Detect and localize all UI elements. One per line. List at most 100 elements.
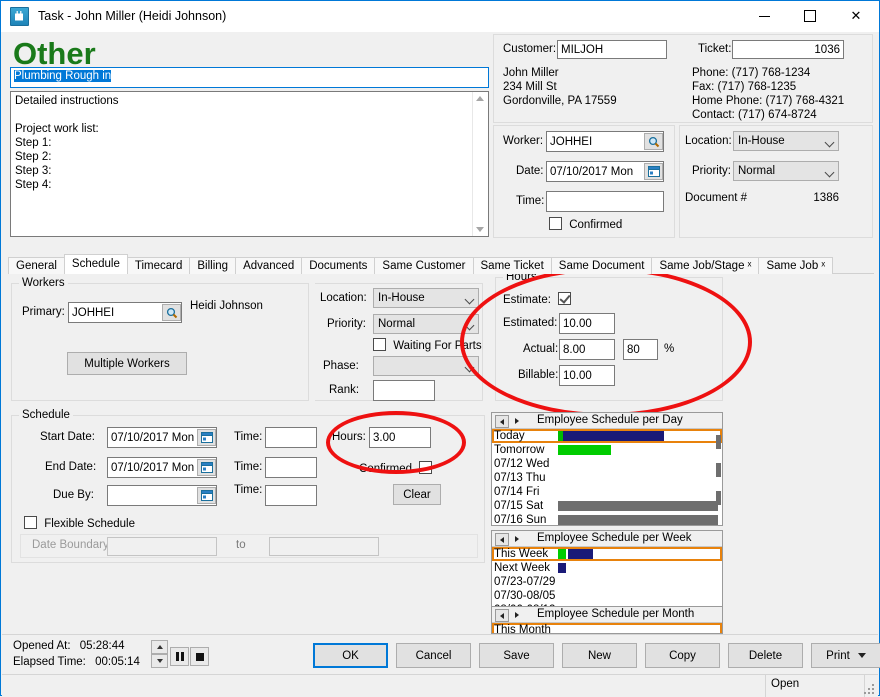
tab-documents[interactable]: Documents — [301, 257, 375, 274]
print-button[interactable]: Print — [811, 643, 880, 668]
end-time-input[interactable] — [265, 457, 317, 478]
ticket-input[interactable]: 1036 — [732, 40, 844, 59]
date-boundary-from-input[interactable] — [107, 537, 217, 556]
start-date-picker-button[interactable] — [197, 429, 216, 446]
schedule-next-button[interactable] — [511, 609, 523, 620]
actual-percent-input[interactable]: 80 — [623, 339, 658, 360]
due-time-input[interactable] — [265, 485, 317, 506]
calendar-icon — [201, 490, 213, 501]
schedule-prev-button[interactable] — [495, 415, 509, 428]
minimize-button[interactable] — [741, 1, 787, 31]
primary-worker-lookup-button[interactable] — [162, 304, 181, 321]
rank-input[interactable] — [373, 380, 435, 401]
document-number-label: Document # — [685, 192, 747, 204]
location-select[interactable]: In-House — [733, 131, 839, 151]
customer-input[interactable]: MILJOH — [557, 40, 667, 59]
schedule-confirmed-row[interactable]: Confirmed — [359, 461, 432, 475]
resize-grip-icon[interactable] — [864, 684, 875, 695]
copy-button[interactable]: Copy — [645, 643, 720, 668]
tab-same-ticket[interactable]: Same Ticket — [473, 257, 552, 274]
timer-spin-down-button[interactable] — [151, 654, 168, 668]
tab-same-job-stage[interactable]: Same Job/Stage ˣ — [651, 257, 759, 274]
scroll-up-icon[interactable] — [476, 96, 484, 101]
phase-select[interactable] — [373, 356, 479, 376]
waiting-for-parts-label: Waiting For Parts — [393, 340, 481, 352]
maximize-button[interactable] — [787, 1, 833, 31]
schedule-next-button[interactable] — [511, 415, 523, 426]
schedule-row[interactable]: Tomorrow — [492, 443, 722, 457]
tab-timecard[interactable]: Timecard — [127, 257, 191, 274]
detail-location-select[interactable]: In-House — [373, 288, 479, 308]
flexible-schedule-checkbox[interactable] — [24, 516, 37, 529]
clear-button[interactable]: Clear — [393, 484, 441, 505]
time-input[interactable] — [546, 191, 664, 212]
schedule-row[interactable]: 07/15 Sat — [492, 499, 722, 513]
schedule-row[interactable]: Next Week — [492, 561, 722, 575]
confirmed-checkbox-row[interactable]: Confirmed — [549, 217, 622, 231]
button-label: Delete — [749, 650, 782, 662]
tab-same-customer[interactable]: Same Customer — [374, 257, 473, 274]
schedule-row[interactable]: Today — [492, 429, 722, 443]
detail-priority-select[interactable]: Normal — [373, 314, 479, 334]
tab-general[interactable]: General — [8, 257, 65, 274]
description-scrollbar[interactable] — [472, 92, 488, 236]
save-button[interactable]: Save — [479, 643, 554, 668]
minimize-icon — [759, 16, 770, 17]
schedule-row[interactable]: 07/13 Thu — [492, 471, 722, 485]
schedule-row[interactable]: This Month — [492, 623, 722, 634]
flexible-schedule-row[interactable]: Flexible Schedule — [24, 516, 135, 530]
schedule-row-label: 07/15 Sat — [494, 499, 543, 513]
timer-spin-up-button[interactable] — [151, 640, 168, 654]
tab-same-job[interactable]: Same Job ˣ — [758, 257, 833, 274]
start-time-input[interactable] — [265, 427, 317, 448]
delete-button[interactable]: Delete — [728, 643, 803, 668]
schedule-prev-button[interactable] — [495, 609, 509, 622]
schedule-row[interactable]: 07/14 Fri — [492, 485, 722, 499]
schedule-row-track — [558, 487, 718, 497]
triangle-right-icon — [515, 418, 519, 424]
schedule-hours-input[interactable]: 3.00 — [369, 427, 431, 448]
date-picker-button[interactable] — [644, 163, 663, 180]
tab-advanced[interactable]: Advanced — [235, 257, 302, 274]
task-window: Task - John Miller (Heidi Johnson) ✕ Oth… — [0, 0, 880, 696]
tab-billing[interactable]: Billing — [189, 257, 236, 274]
schedule-row[interactable]: 07/23-07/29 — [492, 575, 722, 589]
actual-input[interactable]: 8.00 — [559, 339, 615, 360]
schedule-bar — [558, 563, 566, 573]
worker-lookup-button[interactable] — [644, 133, 663, 150]
billable-input[interactable]: 10.00 — [559, 365, 615, 386]
new-button[interactable]: New — [562, 643, 637, 668]
tab-label: General — [16, 260, 57, 272]
waiting-for-parts-checkbox[interactable] — [373, 338, 386, 351]
status-bar: Open — [2, 674, 878, 697]
summary-input[interactable]: Plumbing Rough in — [10, 67, 489, 88]
close-button[interactable]: ✕ — [833, 1, 879, 31]
cancel-button[interactable]: Cancel — [396, 643, 471, 668]
schedule-row[interactable]: 07/16 Sun — [492, 513, 722, 526]
description-textarea[interactable]: Detailed instructions Project work list:… — [10, 91, 489, 237]
priority-select[interactable]: Normal — [733, 161, 839, 181]
schedule-confirmed-checkbox[interactable] — [419, 461, 432, 474]
schedule-prev-button[interactable] — [495, 533, 509, 546]
estimate-checkbox[interactable] — [558, 292, 571, 305]
due-by-picker-button[interactable] — [197, 487, 216, 504]
estimate-row[interactable]: Estimate: — [503, 292, 571, 306]
tab-same-document[interactable]: Same Document — [551, 257, 653, 274]
end-date-picker-button[interactable] — [197, 459, 216, 476]
tab-schedule[interactable]: Schedule — [64, 254, 128, 274]
schedule-row[interactable]: 07/12 Wed — [492, 457, 722, 471]
ok-button[interactable]: OK — [313, 643, 388, 668]
confirmed-checkbox[interactable] — [549, 217, 562, 230]
scroll-down-icon[interactable] — [476, 227, 484, 232]
schedule-row[interactable]: 07/30-08/05 — [492, 589, 722, 603]
worker-date-panel: Worker: JOHHEI Date: 07/10/2017 Mon Time… — [493, 125, 675, 238]
timer-spinner[interactable] — [151, 640, 168, 668]
multiple-workers-button[interactable]: Multiple Workers — [67, 352, 187, 375]
schedule-row[interactable]: This Week — [492, 547, 722, 561]
timer-stop-button[interactable] — [190, 647, 209, 666]
date-boundary-to-input[interactable] — [269, 537, 379, 556]
waiting-for-parts-row[interactable]: Waiting For Parts — [373, 338, 482, 352]
estimated-input[interactable]: 10.00 — [559, 313, 615, 334]
timer-pause-button[interactable] — [170, 647, 189, 666]
schedule-next-button[interactable] — [511, 533, 523, 544]
